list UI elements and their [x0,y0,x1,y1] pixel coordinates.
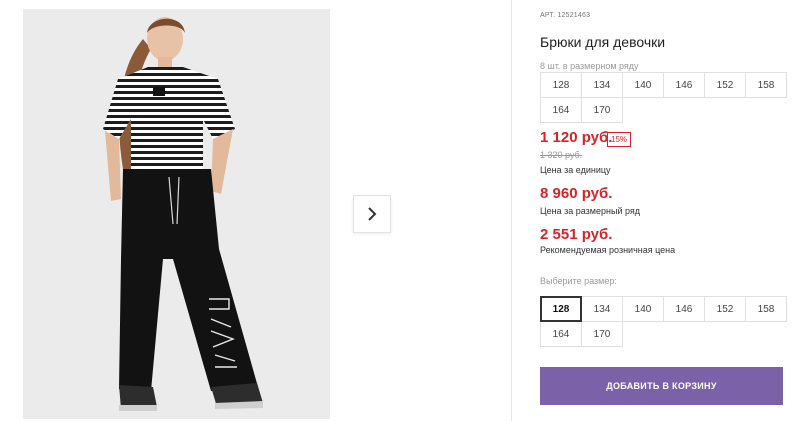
pack-size-cell: 158 [745,72,787,98]
pack-size-cell: 128 [540,72,582,98]
gallery [0,0,512,421]
pack-sizes-grid: 128 134 140 146 152 158 164 170 [540,72,787,123]
next-image-button[interactable] [353,195,391,233]
pack-size-cell: 170 [581,97,623,123]
product-info-panel: АРТ. 12521463 Брюки для девочки 8 шт. в … [540,0,800,421]
size-option[interactable]: 152 [704,296,746,322]
price-retail: 2 551 руб. [540,226,613,243]
article-value: 12521463 [557,12,591,19]
product-photo[interactable] [23,9,330,419]
chevron-right-icon [368,207,377,221]
article-number: АРТ. 12521463 [540,12,590,19]
pack-size-cell: 152 [704,72,746,98]
girl-in-black-pants-illustration [23,9,330,419]
size-option[interactable]: 134 [581,296,623,322]
size-option[interactable]: 158 [745,296,787,322]
size-selector: 128 134 140 146 152 158 164 170 [540,296,787,347]
price-pack-label: Цена за размерный ряд [540,206,641,216]
size-option[interactable]: 164 [540,321,582,347]
pack-size-cell: 134 [581,72,623,98]
pack-size-cell: 140 [622,72,664,98]
price-retail-label: Рекомендуемая розничная цена [540,245,676,255]
add-to-cart-button[interactable]: ДОБАВИТЬ В КОРЗИНУ [540,367,783,405]
price-pack: 8 960 руб. [540,185,613,202]
size-option[interactable]: 170 [581,321,623,347]
price-unit-label: Цена за единицу [540,165,611,175]
size-option[interactable]: 146 [663,296,705,322]
choose-size-label: Выберите размер: [540,276,617,286]
price-old: 1 320 руб. [540,150,583,160]
pack-note: 8 шт. в размерном ряду [540,61,639,71]
product-title: Брюки для девочки [540,34,666,50]
size-option-selected[interactable]: 128 [540,296,582,322]
discount-badge: 15% [607,132,632,147]
price-current: 1 120 руб. [540,129,613,146]
pack-size-cell: 146 [663,72,705,98]
article-label: АРТ. [540,12,556,19]
pack-size-cell: 164 [540,97,582,123]
size-option[interactable]: 140 [622,296,664,322]
